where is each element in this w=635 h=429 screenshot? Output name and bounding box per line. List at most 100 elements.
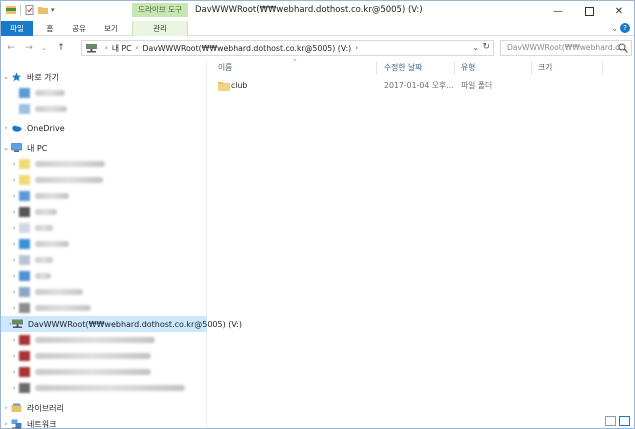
chevron-right-icon[interactable]: › [9, 192, 19, 200]
column-divider[interactable] [602, 61, 603, 75]
tree-item-current-drive[interactable]: › DavWWWRoot(₩₩webhard.dothost.co.kr@500… [1, 316, 242, 332]
file-date: 2017-01-04 오후... [384, 81, 454, 90]
tree-item-pc-child[interactable]: › [1, 284, 207, 300]
tree-item-this-pc[interactable]: ⌄ 내 PC [1, 140, 207, 156]
tree-item-pc-child[interactable]: › [1, 220, 207, 236]
breadcrumb-current-drive[interactable]: DavWWWRoot(₩₩webhard.dothost.co.kr@5005)… [142, 44, 351, 53]
column-header-type[interactable]: 유형 [455, 61, 531, 75]
chevron-down-icon[interactable]: ⌄ [1, 73, 11, 81]
navigation-bar: ← → ⌄ ↑ › 내 PC › DavWWWRoot(₩₩webhard.do… [1, 37, 634, 59]
qat-divider [20, 5, 21, 15]
maximize-button[interactable] [574, 1, 604, 21]
chevron-right-icon[interactable]: › [9, 240, 19, 248]
chevron-right-icon[interactable]: › [9, 256, 19, 264]
libraries-icon [11, 403, 22, 412]
search-icon[interactable] [618, 43, 628, 53]
tree-item-pc-child[interactable]: › [1, 332, 207, 348]
tree-item-pc-child[interactable]: › [1, 380, 207, 396]
chevron-right-icon[interactable]: › [9, 384, 19, 392]
chevron-right-icon[interactable]: › [9, 368, 19, 376]
tree-item-pc-child[interactable]: › [1, 268, 207, 284]
chevron-right-icon[interactable]: › [9, 304, 19, 312]
tree-item-pinned[interactable] [1, 101, 207, 117]
chevron-right-icon[interactable]: › [9, 336, 19, 344]
address-bar[interactable]: › 내 PC › DavWWWRoot(₩₩webhard.dothost.co… [81, 40, 494, 56]
chevron-right-icon[interactable]: › [9, 160, 19, 168]
chevron-right-icon[interactable]: › [1, 404, 11, 412]
tree-label: 바로 가기 [27, 72, 59, 82]
tree-item-pc-child[interactable]: › [1, 156, 207, 172]
folder-icon [19, 175, 30, 185]
tree-item-pc-child[interactable]: › [1, 188, 207, 204]
tree-item-pc-child[interactable]: › [1, 204, 207, 220]
new-folder-icon[interactable] [38, 5, 48, 15]
breadcrumb-this-pc[interactable]: 내 PC [112, 43, 132, 54]
up-button[interactable]: ↑ [55, 41, 67, 55]
redacted-label [35, 337, 155, 343]
redacted-label [35, 257, 53, 263]
details-view-icon[interactable] [605, 416, 616, 426]
drive-icon [19, 287, 30, 297]
column-header-date[interactable]: 수정한 날짜 [378, 61, 454, 75]
chevron-right-icon[interactable]: › [9, 288, 19, 296]
tree-label: 라이브러리 [27, 403, 64, 413]
chevron-right-icon[interactable]: › [9, 352, 19, 360]
drive-icon [19, 383, 30, 393]
tree-item-quick-access[interactable]: ⌄ 바로 가기 [1, 69, 207, 85]
properties-icon[interactable] [25, 5, 35, 15]
address-history-chevron-icon[interactable]: ⌄ [472, 43, 479, 52]
tab-home[interactable]: 홈 [39, 21, 61, 36]
tree-item-pc-child[interactable]: › [1, 252, 207, 268]
redacted-label [35, 106, 67, 112]
title-bar: ▾ 드라이브 도구 DavWWWRoot(₩₩webhard.dothost.c… [1, 1, 634, 21]
tab-file[interactable]: 파일 [1, 21, 33, 36]
tab-manage[interactable]: 관리 [132, 21, 188, 36]
file-row-club[interactable]: club 2017-01-04 오후... 파일 폴더 [216, 78, 626, 93]
recent-locations-button[interactable]: ⌄ [38, 41, 50, 55]
chevron-down-icon[interactable]: ⌄ [1, 144, 11, 152]
quick-access-toolbar: ▾ [6, 5, 55, 15]
explorer-app-icon[interactable] [6, 5, 16, 15]
tree-item-onedrive[interactable]: › OneDrive [1, 120, 207, 136]
search-input[interactable]: DavWWWRoot(₩₩webhard.d... [500, 40, 632, 56]
tree-item-pc-child[interactable]: › [1, 172, 207, 188]
minimize-button[interactable]: — [543, 1, 573, 21]
pinned-folder-icon [19, 88, 30, 98]
refresh-icon[interactable]: ↻ [482, 42, 490, 52]
redacted-label [35, 241, 69, 247]
navigation-pane[interactable]: ⌄ 바로 가기 › OneDrive ⌄ 내 PC › › › › › › › … [1, 61, 242, 429]
column-header-size[interactable]: 크기 [532, 61, 602, 75]
tree-item-pc-child[interactable]: › [1, 348, 207, 364]
close-icon: ✕ [614, 5, 624, 17]
explorer-window: ▾ 드라이브 도구 DavWWWRoot(₩₩webhard.dothost.c… [0, 0, 635, 429]
tree-item-pc-child[interactable]: › [1, 300, 207, 316]
tab-share[interactable]: 공유 [67, 21, 91, 36]
breadcrumb-separator-icon[interactable]: › [105, 44, 108, 52]
tree-item-pinned[interactable] [1, 85, 207, 101]
tab-view[interactable]: 보기 [99, 21, 123, 36]
tree-item-pc-child[interactable]: › [1, 236, 207, 252]
large-icons-view-icon[interactable] [619, 416, 630, 426]
qat-dropdown-icon[interactable]: ▾ [51, 6, 55, 14]
tree-item-pc-child[interactable]: › [1, 364, 207, 380]
redacted-label [35, 289, 83, 295]
chevron-right-icon[interactable]: › [9, 176, 19, 184]
chevron-right-icon[interactable]: › [1, 124, 11, 132]
folder-icon [19, 239, 30, 249]
folder-icon [19, 223, 30, 233]
pinned-folder-icon [19, 104, 30, 114]
close-button[interactable]: ✕ [604, 1, 634, 21]
breadcrumb-separator-icon[interactable]: › [355, 44, 358, 52]
chevron-right-icon[interactable]: › [9, 272, 19, 280]
file-list-pane[interactable]: 이름 ⌃ 수정한 날짜 유형 크기 club 2017-01-04 오후... … [208, 58, 634, 421]
file-name[interactable]: club [231, 78, 247, 93]
chevron-right-icon[interactable]: › [9, 208, 19, 216]
help-icon[interactable]: ? [620, 23, 630, 33]
window-title: DavWWWRoot(₩₩webhard.dothost.co.kr@5005)… [195, 5, 423, 15]
back-button[interactable]: ← [5, 41, 17, 55]
chevron-right-icon[interactable]: › [9, 224, 19, 232]
ribbon-expand-icon[interactable]: ⌄ [611, 24, 618, 33]
column-divider[interactable] [376, 61, 377, 75]
forward-button[interactable]: → [23, 41, 35, 55]
breadcrumb-separator-icon[interactable]: › [136, 44, 139, 52]
